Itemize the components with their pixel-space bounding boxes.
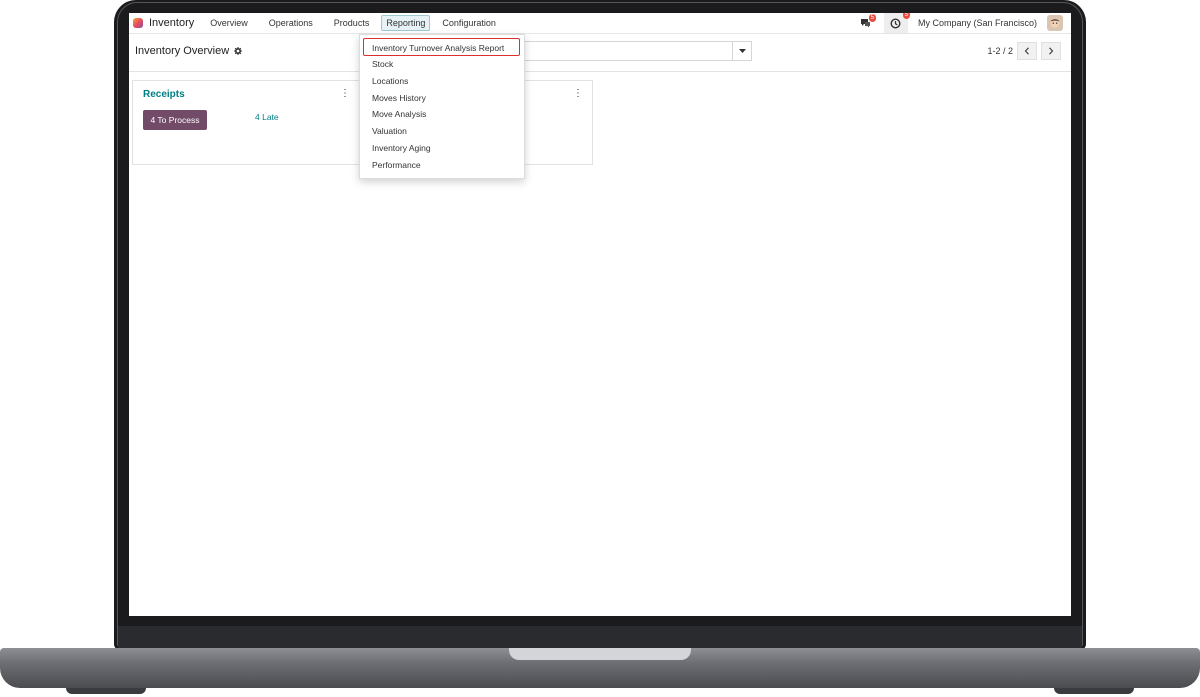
laptop-foot-right [1054,688,1134,694]
app-screen: Inventory Overview Operations Products R… [129,13,1071,616]
avatar-face-icon [1050,18,1060,28]
menu-reporting[interactable]: Reporting [381,15,431,31]
to-process-button[interactable]: 4 To Process [143,110,207,130]
menu-item-inventory-aging[interactable]: Inventory Aging [372,143,431,153]
laptop-notch [509,648,691,660]
kebab-icon[interactable]: ⋮ [573,88,583,99]
company-switcher[interactable]: My Company (San Francisco) [918,18,1037,28]
pager-value[interactable]: 1-2 / 2 [987,46,1013,56]
messages-button[interactable]: 5 [858,14,876,30]
menu-item-move-analysis[interactable]: Move Analysis [372,109,426,119]
reporting-dropdown-menu: Inventory Turnover Analysis Report Stock… [359,34,525,179]
app-name[interactable]: Inventory [149,17,194,29]
laptop-chin [118,626,1082,648]
pager-previous-button[interactable] [1017,42,1037,60]
user-avatar[interactable] [1047,15,1063,31]
page-title-area: Inventory Overview [135,45,243,57]
menu-item-locations[interactable]: Locations [372,76,408,86]
top-navbar: Inventory Overview Operations Products R… [129,13,1071,34]
menu-item-performance[interactable]: Performance [372,160,421,170]
activities-badge: 5 [902,13,910,19]
receipts-card: Receipts ⋮ 4 To Process 4 Late [132,80,360,165]
chevron-right-icon [1049,47,1054,55]
caret-down-icon [738,48,746,53]
page-title: Inventory Overview [135,45,230,57]
chevron-left-icon [1024,47,1029,55]
menu-item-valuation[interactable]: Valuation [372,126,407,136]
menu-operations[interactable]: Operations [265,16,317,30]
menu-overview[interactable]: Overview [206,16,252,30]
menu-item-inventory-turnover[interactable]: Inventory Turnover Analysis Report [372,43,504,53]
inventory-app-icon[interactable] [133,18,143,28]
menu-products[interactable]: Products [330,16,374,30]
search-options-toggle[interactable] [732,42,751,60]
control-panel: Inventory Overview 1-2 / 2 [129,34,1071,72]
activities-button[interactable]: 5 [883,13,910,33]
navbar-systray: 5 5 My Company (San Francisco) [858,13,1063,33]
pager: 1-2 / 2 [987,42,1061,60]
messages-badge: 5 [868,14,876,22]
menu-item-stock[interactable]: Stock [372,59,393,69]
pager-next-button[interactable] [1041,42,1061,60]
late-link[interactable]: 4 Late [255,112,279,122]
kebab-icon[interactable]: ⋮ [340,88,350,99]
menu-configuration[interactable]: Configuration [438,16,500,30]
card-title[interactable]: Receipts [143,89,185,100]
search-input[interactable] [509,41,752,61]
menu-item-moves-history[interactable]: Moves History [372,93,426,103]
clock-icon [890,17,901,29]
gear-icon[interactable] [234,47,243,55]
laptop-foot-left [66,688,146,694]
